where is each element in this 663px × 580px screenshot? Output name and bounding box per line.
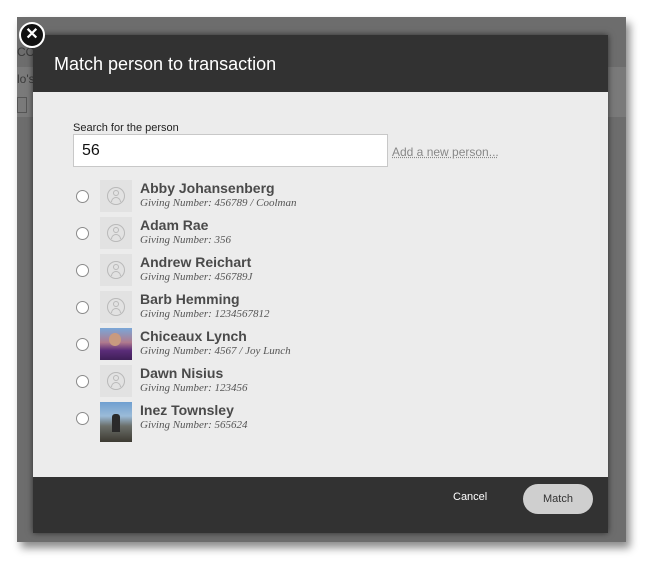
person-name: Inez Townsley: [140, 402, 234, 418]
person-row[interactable]: Chiceaux Lynch Giving Number: 4567 / Joy…: [33, 328, 608, 365]
person-giving-number: Giving Number: 4567 / Joy Lunch: [140, 345, 291, 357]
person-row[interactable]: Adam Rae Giving Number: 356: [33, 217, 608, 254]
person-name: Chiceaux Lynch: [140, 328, 247, 344]
modal-header: Match person to transaction: [33, 35, 608, 92]
cancel-button[interactable]: Cancel: [453, 491, 487, 503]
close-icon[interactable]: ✕: [19, 22, 45, 48]
avatar-placeholder-icon: [100, 365, 132, 397]
background-text: lo's: [17, 72, 35, 86]
person-radio[interactable]: [76, 301, 89, 314]
search-label: Search for the person: [73, 122, 179, 134]
search-input[interactable]: [73, 134, 388, 167]
person-giving-number: Giving Number: 456789J: [140, 271, 253, 283]
person-giving-number: Giving Number: 123456: [140, 382, 248, 394]
person-name: Barb Hemming: [140, 291, 240, 307]
modal-title: Match person to transaction: [54, 54, 277, 74]
person-giving-number: Giving Number: 356: [140, 234, 232, 246]
person-name: Adam Rae: [140, 217, 209, 233]
person-name: Dawn Nisius: [140, 365, 224, 381]
avatar-placeholder-icon: [100, 291, 132, 323]
person-radio[interactable]: [76, 338, 89, 351]
person-giving-number: Giving Number: 456789 / Coolman: [140, 197, 297, 209]
avatar-photo: [100, 328, 132, 360]
avatar-photo: [100, 402, 132, 442]
avatar-placeholder-icon: [100, 254, 132, 286]
person-row[interactable]: Inez Townsley Giving Number: 565624: [33, 402, 608, 442]
person-name: Andrew Reichart: [140, 254, 252, 270]
modal-body: Search for the person Add a new person..…: [33, 92, 608, 477]
person-giving-number: Giving Number: 565624: [140, 419, 248, 431]
background-checkbox: [17, 97, 27, 113]
person-radio[interactable]: [76, 412, 89, 425]
person-radio[interactable]: [76, 375, 89, 388]
person-row[interactable]: Abby Johansenberg Giving Number: 456789 …: [33, 180, 608, 217]
modal-footer: Cancel Match: [33, 477, 608, 533]
person-radio[interactable]: [76, 227, 89, 240]
avatar-placeholder-icon: [100, 180, 132, 212]
avatar-placeholder-icon: [100, 217, 132, 249]
match-button[interactable]: Match: [523, 484, 593, 514]
person-name: Abby Johansenberg: [140, 180, 275, 196]
person-giving-number: Giving Number: 1234567812: [140, 308, 270, 320]
person-row[interactable]: Dawn Nisius Giving Number: 123456: [33, 365, 608, 402]
match-person-modal: Match person to transaction Search for t…: [33, 35, 608, 533]
person-radio[interactable]: [76, 190, 89, 203]
person-row[interactable]: Barb Hemming Giving Number: 1234567812: [33, 291, 608, 328]
person-row[interactable]: Andrew Reichart Giving Number: 456789J: [33, 254, 608, 291]
person-radio[interactable]: [76, 264, 89, 277]
add-new-person-link[interactable]: Add a new person...: [392, 145, 499, 159]
